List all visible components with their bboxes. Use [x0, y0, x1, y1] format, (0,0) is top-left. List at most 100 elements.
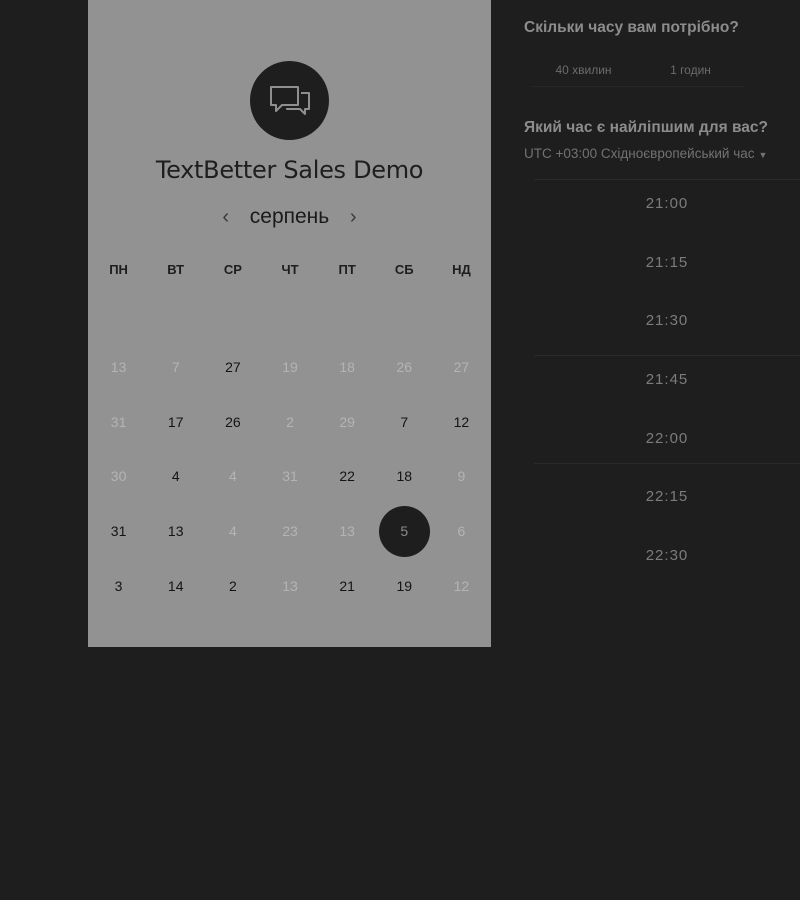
- time-slot[interactable]: 21:45: [534, 355, 800, 414]
- calendar-day[interactable]: 3: [90, 571, 147, 601]
- page-title: TextBetter Sales Demo: [155, 156, 424, 184]
- calendar-day[interactable]: 14: [147, 571, 204, 601]
- calendar-day: 12: [433, 571, 490, 601]
- day-number: 18: [339, 359, 355, 375]
- calendar-week-row: 31 17 26 2 29 7 12: [90, 407, 490, 437]
- duration-question: Скільки часу вам потрібно?: [524, 19, 739, 36]
- day-number: 18: [396, 468, 413, 484]
- chat-bubbles-icon: [269, 85, 310, 115]
- calendar-day[interactable]: 31: [90, 516, 147, 546]
- calendar-week-row: 13 7 27 19 18 26 27: [90, 352, 490, 382]
- time-question: Який час є найліпшим для вас?: [524, 119, 768, 136]
- calendar-day: 9: [433, 461, 490, 491]
- calendar-day: 23: [261, 516, 318, 546]
- time-slot[interactable]: 21:30: [534, 296, 800, 355]
- calendar-day: 29: [319, 407, 376, 437]
- day-number: 13: [282, 578, 298, 594]
- day-number: 26: [225, 414, 241, 430]
- weekday-label: СБ: [394, 262, 414, 277]
- calendar-day[interactable]: 12: [433, 407, 490, 437]
- day-number: 31: [110, 523, 127, 539]
- calendar-day: 13: [319, 516, 376, 546]
- day-number: 31: [282, 468, 298, 484]
- calendar-week-row: 31 13 4 23 13 5 6: [90, 505, 490, 557]
- time-slot[interactable]: 21:00: [534, 179, 800, 238]
- day-number: 17: [167, 414, 184, 430]
- day-number: 2: [228, 578, 237, 594]
- calendar-day: 13: [261, 571, 318, 601]
- booking-calendar-panel: TextBetter Sales Demo ‹ серпень › ПН ВТ …: [88, 0, 491, 647]
- day-number: 2: [286, 414, 294, 430]
- calendar-day: 30: [90, 461, 147, 491]
- calendar-day[interactable]: 27: [204, 352, 261, 382]
- weekday-label: ВТ: [167, 262, 185, 277]
- calendar-day: 19: [261, 352, 318, 382]
- weekday-label: ПН: [109, 262, 128, 277]
- weekday-label: ЧТ: [281, 262, 299, 277]
- weekday-label: ПТ: [338, 262, 356, 277]
- day-number: 19: [282, 359, 298, 375]
- next-month-button[interactable]: ›: [347, 206, 359, 229]
- calendar-day[interactable]: 26: [204, 407, 261, 437]
- time-slot[interactable]: 22:15: [534, 472, 800, 531]
- day-number: 12: [453, 578, 470, 594]
- calendar-day[interactable]: 13: [147, 516, 204, 546]
- day-number: 6: [457, 523, 466, 539]
- calendar-day[interactable]: 7: [376, 407, 433, 437]
- caret-down-icon: ▼: [758, 150, 768, 160]
- duration-selector: 40 хвилин 1 годин: [530, 60, 744, 87]
- day-number: 26: [396, 359, 413, 375]
- day-number: 13: [167, 523, 184, 539]
- calendar-day[interactable]: 17: [147, 407, 204, 437]
- day-number: 13: [110, 359, 127, 375]
- month-label: серпень: [249, 205, 330, 228]
- day-number: 27: [453, 359, 470, 375]
- calendar-day: 31: [261, 461, 318, 491]
- day-number: 21: [339, 578, 355, 594]
- calendar-day: 6: [433, 516, 490, 546]
- day-number: 4: [228, 468, 237, 484]
- day-number: 4: [228, 523, 237, 539]
- calendar-day: 7: [147, 352, 204, 382]
- day-number: 7: [171, 359, 180, 375]
- day-number: 23: [282, 523, 298, 539]
- prev-month-button[interactable]: ‹: [220, 206, 232, 229]
- duration-option-40min[interactable]: 40 хвилин: [530, 60, 637, 86]
- calendar-day[interactable]: 19: [376, 571, 433, 601]
- day-number: 4: [171, 468, 180, 484]
- day-number: 9: [457, 468, 466, 484]
- calendar-day: 4: [204, 516, 261, 546]
- calendar-day[interactable]: 2: [204, 571, 261, 601]
- calendar-day-selected[interactable]: 5: [376, 505, 433, 557]
- calendar-day: 26: [376, 352, 433, 382]
- time-slot[interactable]: 21:15: [534, 238, 800, 297]
- calendar-day: 27: [433, 352, 490, 382]
- calendar-week-row: 3 14 2 13 21 19 12: [90, 571, 490, 601]
- day-number: 31: [110, 414, 127, 430]
- time-slot[interactable]: 22:30: [534, 531, 800, 590]
- weekday-label: СР: [223, 262, 242, 277]
- day-number: 5: [400, 523, 409, 539]
- calendar-day[interactable]: 4: [147, 461, 204, 491]
- time-slot[interactable]: 22:00: [534, 414, 800, 473]
- day-number: 7: [400, 414, 409, 430]
- day-number: 19: [396, 578, 413, 594]
- calendar-week-row: 30 4 4 31 22 18 9: [90, 461, 490, 491]
- calendar-day[interactable]: 22: [319, 461, 376, 491]
- time-slot-list: 21:00 21:15 21:30 21:45 22:00 22:15 22:3…: [534, 179, 800, 590]
- day-number: 29: [339, 414, 355, 430]
- calendar-day[interactable]: 21: [319, 571, 376, 601]
- day-number: 12: [453, 414, 470, 430]
- day-number: 13: [339, 523, 355, 539]
- day-number: 14: [167, 578, 184, 594]
- timezone-label: UTC +03:00 Східноєвропейський час: [524, 146, 755, 161]
- calendar-day: 4: [204, 461, 261, 491]
- calendar-day: 18: [319, 352, 376, 382]
- weekday-label: НД: [452, 262, 471, 277]
- calendar-day: 2: [261, 407, 318, 437]
- calendar-day: 31: [90, 407, 147, 437]
- calendar-day: 13: [90, 352, 147, 382]
- timezone-dropdown[interactable]: UTC +03:00 Східноєвропейський час ▼: [524, 146, 767, 161]
- calendar-day[interactable]: 18: [376, 461, 433, 491]
- duration-option-1h[interactable]: 1 годин: [637, 60, 744, 86]
